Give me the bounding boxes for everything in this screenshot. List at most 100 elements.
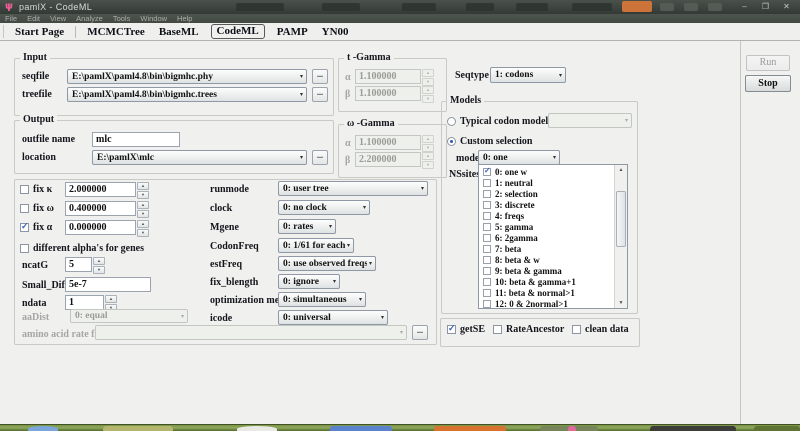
aa-rate-file-browse-button[interactable]: ...: [412, 325, 428, 340]
chevron-down-icon[interactable]: ▾: [363, 204, 366, 211]
taskbar-icon[interactable]: [330, 426, 392, 431]
nssites-item[interactable]: 12: 0 & 2normal>1: [479, 298, 615, 308]
ncatg-spinner[interactable]: 5 ▲ ▼: [65, 257, 105, 274]
spinner-up-icon[interactable]: ▲: [93, 257, 105, 265]
chevron-down-icon[interactable]: ▾: [553, 154, 556, 161]
run-button[interactable]: Run: [746, 55, 790, 71]
menu-tools[interactable]: Tools: [108, 14, 136, 23]
nssites-item[interactable]: 0: one w: [479, 166, 615, 177]
mgene-combobox[interactable]: 0: rates ▾: [278, 219, 336, 234]
chevron-down-icon[interactable]: ▾: [300, 73, 303, 80]
chevron-down-icon[interactable]: ▾: [300, 154, 303, 161]
checkbox-icon[interactable]: [483, 277, 491, 286]
seqfile-browse-button[interactable]: ...: [312, 69, 328, 84]
seqtype-combobox[interactable]: 1: codons ▾: [490, 67, 566, 83]
spinner-down-icon[interactable]: ▼: [93, 266, 105, 274]
chevron-down-icon[interactable]: ▾: [559, 72, 562, 79]
clock-combobox[interactable]: 0: no clock ▾: [278, 200, 370, 215]
spin-buttons[interactable]: ▲ ▼: [105, 295, 117, 312]
chevron-down-icon[interactable]: ▾: [329, 223, 332, 230]
checkbox-icon[interactable]: [483, 255, 491, 264]
scroll-up-icon[interactable]: ▲: [615, 165, 627, 175]
nssites-item[interactable]: 8: beta & w: [479, 254, 615, 265]
start-button[interactable]: [28, 426, 58, 431]
location-combobox[interactable]: E:\pamlX\mlc ▾: [92, 150, 307, 165]
omega-value[interactable]: 0.400000: [65, 201, 136, 216]
spinner-up-icon[interactable]: ▲: [137, 182, 149, 190]
custom-selection-radio[interactable]: [447, 137, 456, 146]
checkbox-icon[interactable]: [483, 299, 491, 308]
taskbar-clock-area[interactable]: [754, 426, 800, 431]
model-combobox[interactable]: 0: one ▾: [478, 150, 560, 165]
seqfile-combobox[interactable]: E:\pamlX\paml4.8\bin\bigmhc.phy ▾: [67, 69, 307, 84]
ndata-value[interactable]: 1: [65, 295, 104, 310]
checkbox-icon[interactable]: [483, 166, 491, 176]
checkbox-icon[interactable]: [483, 222, 491, 231]
alpha-spinner[interactable]: 0.000000 ▲ ▼: [65, 220, 149, 237]
checkbox-icon[interactable]: [483, 266, 491, 275]
chevron-down-icon[interactable]: ▾: [347, 242, 350, 249]
checkbox-icon[interactable]: [483, 211, 491, 220]
kappa-value[interactable]: 2.000000: [65, 182, 136, 197]
getse-checkbox[interactable]: [447, 323, 456, 334]
chevron-down-icon[interactable]: ▾: [300, 91, 303, 98]
nssites-item[interactable]: 11: beta & normal>1: [479, 287, 615, 298]
spinner-down-icon[interactable]: ▼: [137, 229, 149, 237]
tab-pamp[interactable]: PAMP: [270, 26, 315, 38]
checkbox-icon[interactable]: [483, 233, 491, 242]
spin-buttons[interactable]: ▲ ▼: [137, 182, 149, 199]
kappa-spinner[interactable]: 2.000000 ▲ ▼: [65, 182, 149, 199]
checkbox-icon[interactable]: [483, 189, 491, 198]
spin-buttons[interactable]: ▲ ▼: [137, 220, 149, 237]
treefile-combobox[interactable]: E:\pamlX\paml4.8\bin\bigmhc.trees ▾: [67, 87, 307, 102]
spinner-up-icon[interactable]: ▲: [137, 220, 149, 228]
nssites-item[interactable]: 9: beta & gamma: [479, 265, 615, 276]
spin-buttons[interactable]: ▲ ▼: [137, 201, 149, 218]
codonfreq-combobox[interactable]: 0: 1/61 for each ▾: [278, 238, 354, 253]
ncatg-value[interactable]: 5: [65, 257, 92, 272]
spinner-down-icon[interactable]: ▼: [137, 191, 149, 199]
runmode-combobox[interactable]: 0: user tree ▾: [278, 181, 428, 196]
nssites-item[interactable]: 7: beta: [479, 243, 615, 254]
menu-analyze[interactable]: Analyze: [71, 14, 108, 23]
nssites-item[interactable]: 6: 2gamma: [479, 232, 615, 243]
nssites-item[interactable]: 2: selection: [479, 188, 615, 199]
taskbar-icon[interactable]: [568, 426, 576, 431]
spin-buttons[interactable]: ▲ ▼: [93, 257, 105, 274]
tab-start-page[interactable]: Start Page: [8, 26, 71, 38]
nssites-item[interactable]: 10: beta & gamma+1: [479, 276, 615, 287]
icode-combobox[interactable]: 0: universal ▾: [278, 310, 388, 325]
treefile-browse-button[interactable]: ...: [312, 87, 328, 102]
menu-window[interactable]: Window: [135, 14, 172, 23]
tab-mcmctree[interactable]: MCMCTree: [80, 26, 152, 38]
small-diff-input[interactable]: 5e-7: [65, 277, 151, 292]
menu-view[interactable]: View: [45, 14, 71, 23]
nssites-item[interactable]: 3: discrete: [479, 199, 615, 210]
nssites-list[interactable]: 0: one w1: neutral2: selection3: discret…: [478, 164, 628, 309]
location-browse-button[interactable]: ...: [312, 150, 328, 165]
stop-button[interactable]: Stop: [745, 75, 791, 92]
title-bar[interactable]: ψ pamlX - CodeML – ❐ ✕: [0, 0, 800, 14]
outfile-name-input[interactable]: mlc: [92, 132, 180, 147]
taskbar-icon[interactable]: [434, 426, 506, 431]
rateancestor-checkbox[interactable]: [493, 325, 502, 334]
taskbar[interactable]: [0, 424, 800, 431]
fix-alpha-checkbox[interactable]: [20, 221, 29, 232]
menu-edit[interactable]: Edit: [22, 14, 45, 23]
checkbox-icon[interactable]: [483, 200, 491, 209]
taskbar-icon[interactable]: [103, 426, 173, 431]
nssites-scrollbar[interactable]: ▲ ▼: [614, 165, 627, 308]
checkbox-icon[interactable]: [483, 288, 491, 297]
minimize-icon[interactable]: –: [737, 1, 752, 12]
taskbar-icon[interactable]: [237, 426, 277, 431]
typical-model-radio[interactable]: [447, 117, 456, 126]
scrollbar-thumb[interactable]: [616, 191, 626, 247]
chevron-down-icon[interactable]: ▾: [421, 185, 424, 192]
nssites-item[interactable]: 1: neutral: [479, 177, 615, 188]
tab-codeml[interactable]: CodeML: [210, 24, 265, 39]
chevron-down-icon[interactable]: ▾: [359, 296, 362, 303]
close-icon[interactable]: ✕: [779, 1, 794, 12]
checkbox-icon[interactable]: [483, 178, 491, 187]
estfreq-combobox[interactable]: 0: use observed freqs ▾: [278, 256, 376, 271]
tab-baseml[interactable]: BaseML: [152, 26, 206, 38]
